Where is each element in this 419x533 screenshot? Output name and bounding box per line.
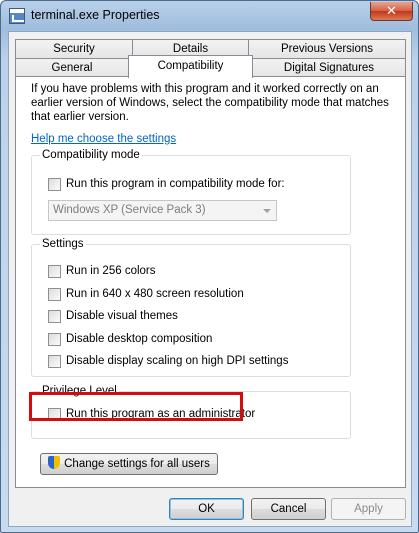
- compatibility-mode-checkbox-row[interactable]: Run this program in compatibility mode f…: [48, 176, 285, 192]
- compatibility-mode-select: Windows XP (Service Pack 3): [48, 200, 277, 221]
- help-choose-settings-link[interactable]: Help me choose the settings: [31, 133, 176, 145]
- tab-security[interactable]: Security: [15, 39, 133, 59]
- compatibility-mode-select-value: Windows XP (Service Pack 3): [53, 204, 206, 216]
- settings-title: Settings: [40, 237, 86, 251]
- properties-window: terminal.exe Properties ✕ Security Detai…: [0, 0, 419, 533]
- intro-text: If you have problems with this program a…: [31, 83, 389, 123]
- compatibility-tab-page: If you have problems with this program a…: [15, 76, 406, 488]
- uac-shield-icon: [48, 456, 61, 469]
- setting-row-640x480[interactable]: Run in 640 x 480 screen resolution: [48, 286, 244, 302]
- change-settings-all-users-label: Change settings for all users: [64, 458, 210, 470]
- compatibility-mode-checkbox[interactable]: [48, 177, 61, 191]
- privilege-level-group: Privilege Level Run this program as an a…: [31, 384, 351, 439]
- ok-button[interactable]: OK: [169, 498, 244, 520]
- title-bar[interactable]: terminal.exe Properties ✕: [1, 1, 418, 31]
- run-as-admin-label: Run this program as an administrator: [66, 408, 256, 420]
- run-as-admin-checkbox[interactable]: [48, 407, 61, 421]
- setting-label: Disable display scaling on high DPI sett…: [66, 355, 289, 367]
- setting-checkbox[interactable]: [48, 332, 61, 346]
- compatibility-mode-label: Run this program in compatibility mode f…: [66, 178, 285, 190]
- chevron-down-icon: [263, 209, 271, 213]
- setting-checkbox[interactable]: [48, 309, 61, 323]
- compatibility-mode-title: Compatibility mode: [40, 148, 142, 162]
- tab-compatibility[interactable]: Compatibility: [128, 55, 253, 78]
- tab-digital-signatures[interactable]: Digital Signatures: [252, 58, 406, 78]
- setting-checkbox[interactable]: [48, 264, 61, 278]
- setting-label: Disable desktop composition: [66, 333, 213, 345]
- tab-previous-versions[interactable]: Previous Versions: [248, 39, 406, 59]
- setting-row-dpi-scaling[interactable]: Disable display scaling on high DPI sett…: [48, 353, 288, 369]
- window-title: terminal.exe Properties: [31, 8, 160, 22]
- setting-label: Run in 640 x 480 screen resolution: [66, 288, 244, 300]
- close-button[interactable]: ✕: [370, 2, 413, 21]
- apply-button[interactable]: Apply: [331, 498, 406, 520]
- setting-row-256-colors[interactable]: Run in 256 colors: [48, 263, 156, 279]
- compatibility-mode-group: Compatibility mode Run this program in c…: [31, 148, 351, 235]
- setting-row-desktop-composition[interactable]: Disable desktop composition: [48, 331, 212, 347]
- run-as-admin-row[interactable]: Run this program as an administrator: [48, 406, 255, 422]
- setting-label: Disable visual themes: [66, 310, 178, 322]
- privilege-level-title: Privilege Level: [40, 384, 119, 398]
- setting-row-visual-themes[interactable]: Disable visual themes: [48, 308, 178, 324]
- tab-general[interactable]: General: [15, 58, 129, 78]
- application-window-icon: [9, 8, 25, 24]
- setting-checkbox[interactable]: [48, 354, 61, 368]
- close-icon: ✕: [386, 3, 397, 18]
- cancel-button[interactable]: Cancel: [251, 498, 326, 520]
- change-settings-all-users-button[interactable]: Change settings for all users: [40, 453, 218, 475]
- setting-checkbox[interactable]: [48, 287, 61, 301]
- setting-label: Run in 256 colors: [66, 265, 156, 277]
- dialog-client-area: Security Details Previous Versions Gener…: [8, 31, 412, 527]
- settings-group: Settings Run in 256 colors Run in 640 x …: [31, 237, 351, 377]
